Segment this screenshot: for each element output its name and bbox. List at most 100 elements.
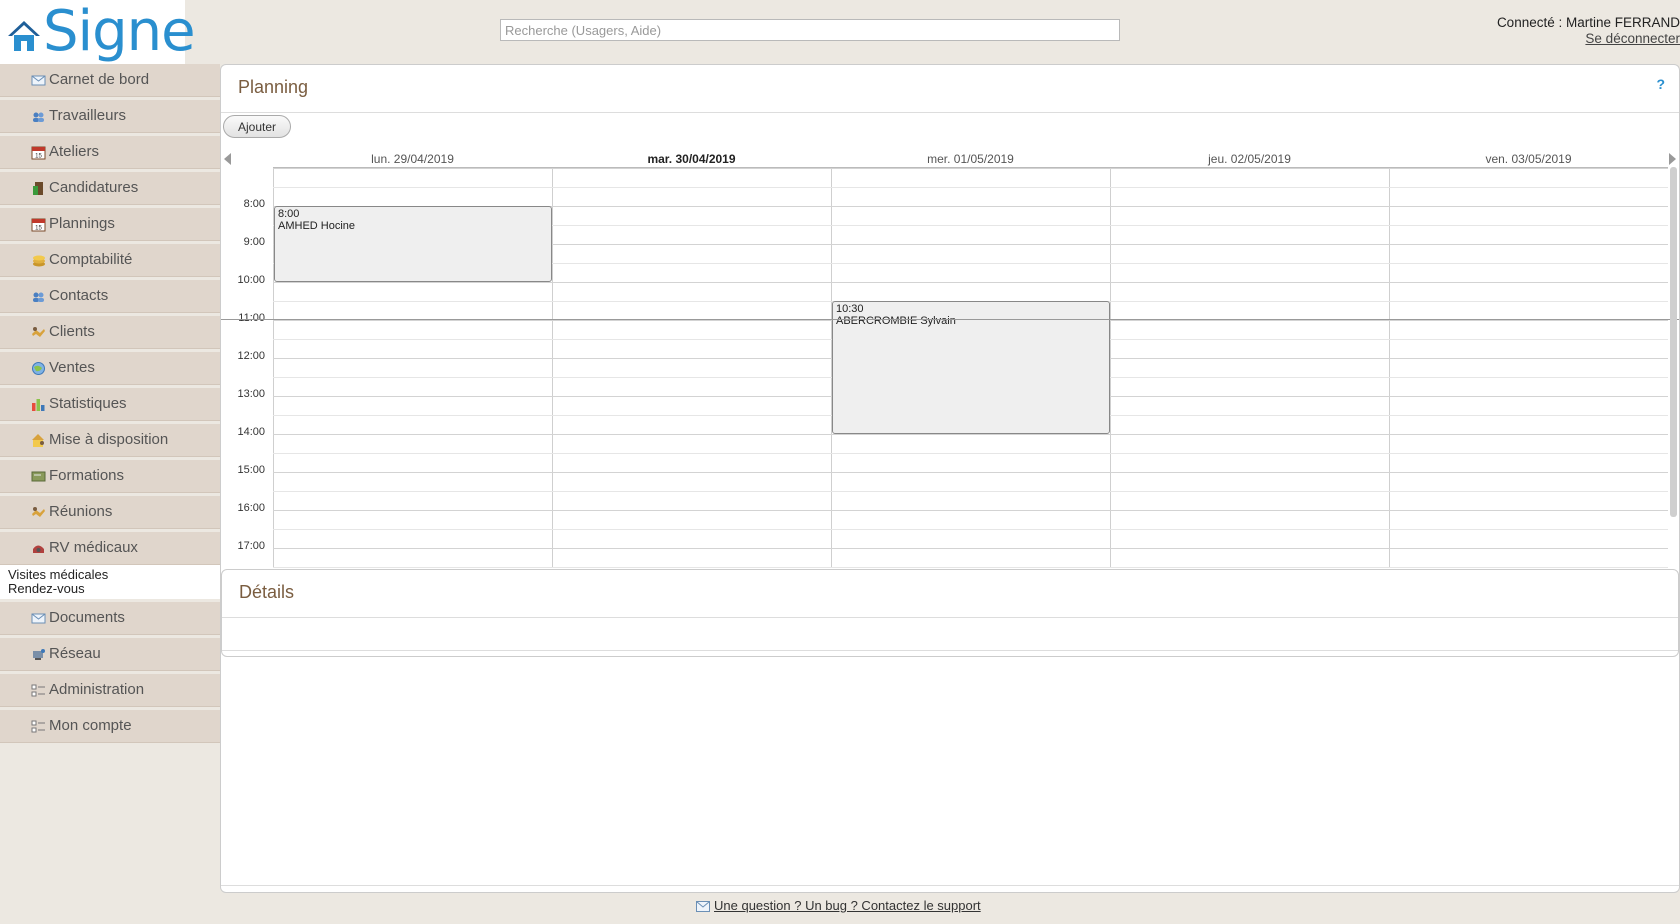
sidebar-item-administration[interactable]: Administration: [0, 674, 220, 707]
users-icon: [31, 289, 46, 304]
users-icon: [31, 109, 46, 124]
list-icon: [31, 683, 46, 698]
search-input[interactable]: [500, 19, 1120, 41]
connected-user: Connecté : Martine FERRAND: [1496, 15, 1680, 30]
add-button[interactable]: Ajouter: [223, 115, 292, 138]
sidebar-item-reunions[interactable]: Réunions: [0, 496, 220, 529]
sidebar-item-candidatures[interactable]: Candidatures: [0, 172, 220, 205]
calendar-event[interactable]: 8:00 AMHED Hocine: [274, 206, 552, 282]
day-header[interactable]: mar. 30/04/2019: [552, 152, 831, 166]
medical-icon: [31, 541, 46, 556]
sidebar-item-label: Plannings: [49, 215, 115, 232]
calendar-icon: 15: [31, 145, 46, 160]
logo[interactable]: Signe: [0, 0, 196, 64]
svg-text:15: 15: [35, 226, 42, 232]
half-hour-line: [273, 491, 1668, 492]
hour-line: [273, 168, 1668, 169]
help-icon[interactable]: ?: [1656, 76, 1665, 92]
submenu-item[interactable]: Rendez-vous: [8, 582, 220, 596]
brand-name: Signe: [43, 0, 196, 64]
prev-week-arrow-icon[interactable]: [224, 153, 231, 165]
sidebar-item-label: Ventes: [49, 359, 95, 376]
sidebar-item-label: Mise à disposition: [49, 431, 169, 448]
sidebar-item-clients[interactable]: Clients: [0, 316, 220, 349]
divider: [221, 885, 1679, 886]
day-header[interactable]: jeu. 02/05/2019: [1110, 152, 1389, 166]
sidebar-item-mon-compte[interactable]: Mon compte: [0, 710, 220, 743]
time-label: 12:00: [237, 350, 265, 362]
sidebar-item-label: Documents: [49, 609, 125, 626]
sidebar-item-statistiques[interactable]: Statistiques: [0, 388, 220, 421]
sidebar-item-label: Clients: [49, 323, 95, 340]
calendar-grid[interactable]: 8:00 AMHED Hocine 10:30 ABERCROMBIE Sylvain: [273, 167, 1668, 568]
submenu-rv-medicaux: Visites médicales Rendez-vous: [0, 565, 220, 599]
handshake-icon: [31, 325, 46, 340]
user-info: Connecté : Martine FERRAND Se déconnecte…: [1497, 15, 1680, 47]
sidebar-item-label: Formations: [49, 467, 125, 484]
time-label: 9:00: [243, 236, 265, 248]
bar-chart-icon: [31, 397, 46, 412]
calendar-event[interactable]: 10:30 ABERCROMBIE Sylvain: [832, 301, 1110, 434]
time-label: 13:00: [237, 388, 265, 400]
sidebar-item-label: Carnet de bord: [49, 71, 150, 88]
sidebar-item-comptabilite[interactable]: Comptabilité: [0, 244, 220, 277]
sidebar-item-travailleurs[interactable]: Travailleurs: [0, 100, 220, 133]
week-calendar: lun. 29/04/2019 mar. 30/04/2019 mer. 01/05…: [221, 147, 1679, 568]
day-column-divider: [552, 168, 553, 568]
logout-link[interactable]: Se déconnecter: [1497, 31, 1680, 47]
hour-line: [273, 282, 1668, 283]
day-column-divider: [1389, 168, 1390, 568]
sidebar-item-formations[interactable]: Formations: [0, 460, 220, 493]
submenu-item[interactable]: Visites médicales: [8, 568, 220, 582]
half-hour-line: [273, 187, 1668, 188]
sidebar-item-plannings[interactable]: 15 Plannings: [0, 208, 220, 241]
coins-icon: [31, 253, 46, 268]
sidebar-item-label: Comptabilité: [49, 251, 133, 268]
sidebar-item-reseau[interactable]: Réseau: [0, 638, 220, 671]
day-header[interactable]: lun. 29/04/2019: [273, 152, 552, 166]
envelope-icon: [696, 901, 710, 913]
sidebar-item-carnet-de-bord[interactable]: Carnet de bord: [0, 64, 220, 97]
sidebar-item-label: Administration: [49, 681, 145, 698]
list-icon: [31, 719, 46, 734]
sidebar-item-ateliers[interactable]: 15 Ateliers: [0, 136, 220, 169]
support-link[interactable]: Une question ? Un bug ? Contactez le sup…: [714, 898, 981, 913]
divider: [222, 650, 1678, 651]
sidebar-item-label: Statistiques: [49, 395, 127, 412]
time-label: 15:00: [237, 464, 265, 476]
divider: [222, 617, 1678, 618]
half-hour-line: [273, 453, 1668, 454]
house-logo-icon: [8, 21, 40, 51]
sidebar-item-label: RV médicaux: [49, 539, 138, 556]
envelope-icon: [31, 611, 46, 626]
sidebar-item-documents[interactable]: Documents: [0, 602, 220, 635]
planning-panel: Planning ? Ajouter lun. 29/04/2019 mar. 3…: [220, 64, 1680, 893]
board-icon: [31, 469, 46, 484]
day-header[interactable]: ven. 03/05/2019: [1389, 152, 1668, 166]
next-week-arrow-icon[interactable]: [1669, 153, 1676, 165]
sidebar-item-rv-medicaux[interactable]: RV médicaux: [0, 532, 220, 565]
event-time: 10:30: [836, 303, 864, 315]
event-name: ABERCROMBIE Sylvain: [836, 315, 956, 327]
day-header[interactable]: mer. 01/05/2019: [831, 152, 1110, 166]
time-label: 16:00: [237, 502, 265, 514]
page-title: Planning: [238, 77, 309, 97]
time-label: 11:00: [238, 312, 265, 324]
details-title: Détails: [239, 582, 295, 602]
sidebar: Carnet de bord Travailleurs 15 Ateliers Cand…: [0, 64, 220, 746]
handshake-icon: [31, 505, 46, 520]
sidebar-item-label: Candidatures: [49, 179, 139, 196]
sidebar-item-contacts[interactable]: Contacts: [0, 280, 220, 313]
time-label: 10:00: [237, 274, 265, 286]
calendar-scrollbar[interactable]: [1670, 167, 1677, 517]
time-label: 8:00: [243, 198, 265, 210]
sidebar-item-label: Travailleurs: [49, 107, 126, 124]
panel-header: Planning ?: [221, 65, 1679, 113]
sidebar-item-mise-a-disposition[interactable]: Mise à disposition: [0, 424, 220, 457]
globe-icon: [31, 361, 46, 376]
hour-line: [273, 472, 1668, 473]
current-time-line: [221, 319, 1679, 320]
house-person-icon: [31, 433, 46, 448]
sidebar-item-ventes[interactable]: Ventes: [0, 352, 220, 385]
sidebar-item-label: Réunions: [49, 503, 113, 520]
